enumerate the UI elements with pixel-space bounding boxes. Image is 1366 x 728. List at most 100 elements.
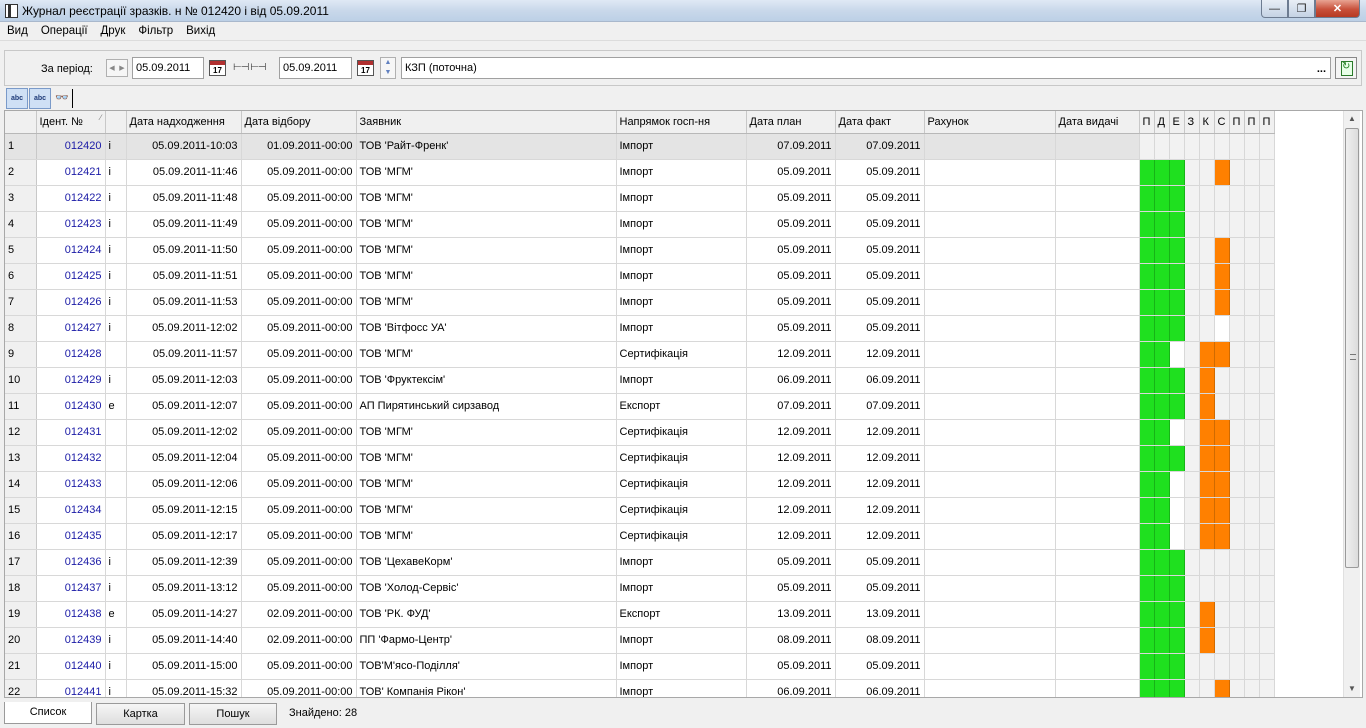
row-number[interactable]: 5: [5, 237, 37, 264]
status-cell[interactable]: [1154, 601, 1170, 628]
status-cell[interactable]: [1229, 549, 1245, 576]
status-cell[interactable]: [1154, 419, 1170, 446]
cell-issue-date[interactable]: [1055, 601, 1140, 628]
cell-received-date[interactable]: 05.09.2011-11:57: [126, 341, 242, 368]
cell-selection-date[interactable]: 05.09.2011-00:00: [241, 549, 357, 576]
table-row[interactable]: 21 012440 і 05.09.2011-15:00 05.09.2011-00:0…: [5, 653, 1275, 680]
status-cell[interactable]: [1154, 133, 1170, 160]
status-cell[interactable]: [1139, 133, 1155, 160]
cell-type[interactable]: і: [105, 549, 127, 576]
status-cell[interactable]: [1199, 497, 1215, 524]
cell-type[interactable]: і: [105, 159, 127, 186]
cell-plan-date[interactable]: 12.09.2011: [746, 497, 836, 524]
abc-filter-icon[interactable]: abc: [29, 88, 51, 109]
status-cell[interactable]: [1259, 263, 1275, 290]
row-number[interactable]: 19: [5, 601, 37, 628]
status-cell[interactable]: [1154, 445, 1170, 472]
cell-type[interactable]: [105, 445, 127, 472]
status-cell[interactable]: [1199, 419, 1215, 446]
status-cell[interactable]: [1139, 393, 1155, 420]
status-cell[interactable]: [1184, 471, 1200, 498]
cell-selection-date[interactable]: 05.09.2011-00:00: [241, 367, 357, 394]
cell-applicant[interactable]: ТОВ 'Фруктексім': [356, 367, 617, 394]
status-cell[interactable]: [1259, 289, 1275, 316]
cell-plan-date[interactable]: 05.09.2011: [746, 653, 836, 680]
date-prev-next-spinner[interactable]: ◀ ▶: [106, 59, 128, 77]
status-cell[interactable]: [1169, 627, 1185, 654]
cell-plan-date[interactable]: 13.09.2011: [746, 601, 836, 628]
cell-selection-date[interactable]: 05.09.2011-00:00: [241, 211, 357, 238]
table-row[interactable]: 9 012428 05.09.2011-11:57 05.09.2011-00:00 Т…: [5, 341, 1275, 368]
cell-applicant[interactable]: ТОВ'М'ясо-Поділля': [356, 653, 617, 680]
status-cell[interactable]: [1244, 185, 1260, 212]
status-cell[interactable]: [1214, 315, 1230, 342]
cell-plan-date[interactable]: 12.09.2011: [746, 341, 836, 368]
status-cell[interactable]: [1259, 575, 1275, 602]
cell-selection-date[interactable]: 05.09.2011-00:00: [241, 471, 357, 498]
cell-received-date[interactable]: 05.09.2011-10:03: [126, 133, 242, 160]
cell-type[interactable]: і: [105, 133, 127, 160]
status-cell[interactable]: [1244, 159, 1260, 186]
status-cell[interactable]: [1154, 575, 1170, 602]
status-cell[interactable]: [1244, 471, 1260, 498]
status-cell[interactable]: [1229, 367, 1245, 394]
status-cell[interactable]: [1139, 185, 1155, 212]
cell-fact-date[interactable]: 06.09.2011: [835, 679, 925, 697]
cell-invoice[interactable]: [924, 445, 1056, 472]
cell-applicant[interactable]: ТОВ 'Райт-Френк': [356, 133, 617, 160]
cell-received-date[interactable]: 05.09.2011-14:27: [126, 601, 242, 628]
status-cell[interactable]: [1214, 341, 1230, 368]
menu-view[interactable]: Вид: [0, 25, 34, 37]
status-cell[interactable]: [1139, 263, 1155, 290]
status-cell[interactable]: [1154, 159, 1170, 186]
date-range-icon[interactable]: ⊢⊣ ⊢⊣: [233, 62, 267, 73]
cell-received-date[interactable]: 05.09.2011-12:15: [126, 497, 242, 524]
status-cell[interactable]: [1169, 523, 1185, 550]
cell-type[interactable]: і: [105, 367, 127, 394]
status-cell[interactable]: [1244, 393, 1260, 420]
table-row[interactable]: 2 012421 і 05.09.2011-11:46 05.09.2011-00:00…: [5, 159, 1275, 186]
status-cell[interactable]: [1184, 523, 1200, 550]
status-cell[interactable]: [1214, 627, 1230, 654]
status-cell[interactable]: [1169, 185, 1185, 212]
row-number[interactable]: 14: [5, 471, 37, 498]
status-cell[interactable]: [1244, 367, 1260, 394]
table-row[interactable]: 20 012439 і 05.09.2011-14:40 02.09.2011-00:0…: [5, 627, 1275, 654]
row-number[interactable]: 6: [5, 263, 37, 290]
table-row[interactable]: 6 012425 і 05.09.2011-11:51 05.09.2011-00:00…: [5, 263, 1275, 290]
status-cell[interactable]: [1229, 159, 1245, 186]
status-cell[interactable]: [1244, 549, 1260, 576]
status-cell[interactable]: [1229, 211, 1245, 238]
close-button[interactable]: ✕: [1315, 0, 1360, 18]
status-cell[interactable]: [1199, 133, 1215, 160]
status-cell[interactable]: [1184, 419, 1200, 446]
cell-direction[interactable]: Імпорт: [616, 315, 747, 342]
cell-fact-date[interactable]: 06.09.2011: [835, 367, 925, 394]
status-cell[interactable]: [1199, 445, 1215, 472]
cell-invoice[interactable]: [924, 627, 1056, 654]
row-number[interactable]: 13: [5, 445, 37, 472]
cell-issue-date[interactable]: [1055, 263, 1140, 290]
status-cell[interactable]: [1244, 497, 1260, 524]
cell-direction[interactable]: Імпорт: [616, 133, 747, 160]
status-cell[interactable]: [1244, 237, 1260, 264]
status-cell[interactable]: [1229, 471, 1245, 498]
cell-plan-date[interactable]: 05.09.2011: [746, 185, 836, 212]
cell-applicant[interactable]: ТОВ 'ЦехавеКорм': [356, 549, 617, 576]
cell-received-date[interactable]: 05.09.2011-12:17: [126, 523, 242, 550]
cell-invoice[interactable]: [924, 523, 1056, 550]
status-cell[interactable]: [1169, 445, 1185, 472]
cell-ident[interactable]: 012431: [36, 419, 106, 446]
status-cell[interactable]: [1184, 315, 1200, 342]
cell-invoice[interactable]: [924, 575, 1056, 602]
status-cell[interactable]: [1229, 627, 1245, 654]
cell-issue-date[interactable]: [1055, 679, 1140, 697]
status-cell[interactable]: [1184, 653, 1200, 680]
date-to-input[interactable]: 05.09.2011: [279, 57, 352, 79]
status-cell[interactable]: [1199, 575, 1215, 602]
cell-received-date[interactable]: 05.09.2011-12:39: [126, 549, 242, 576]
cell-ident[interactable]: 012426: [36, 289, 106, 316]
cell-fact-date[interactable]: 05.09.2011: [835, 549, 925, 576]
status-cell[interactable]: [1214, 393, 1230, 420]
table-row[interactable]: 7 012426 і 05.09.2011-11:53 05.09.2011-00:00…: [5, 289, 1275, 316]
